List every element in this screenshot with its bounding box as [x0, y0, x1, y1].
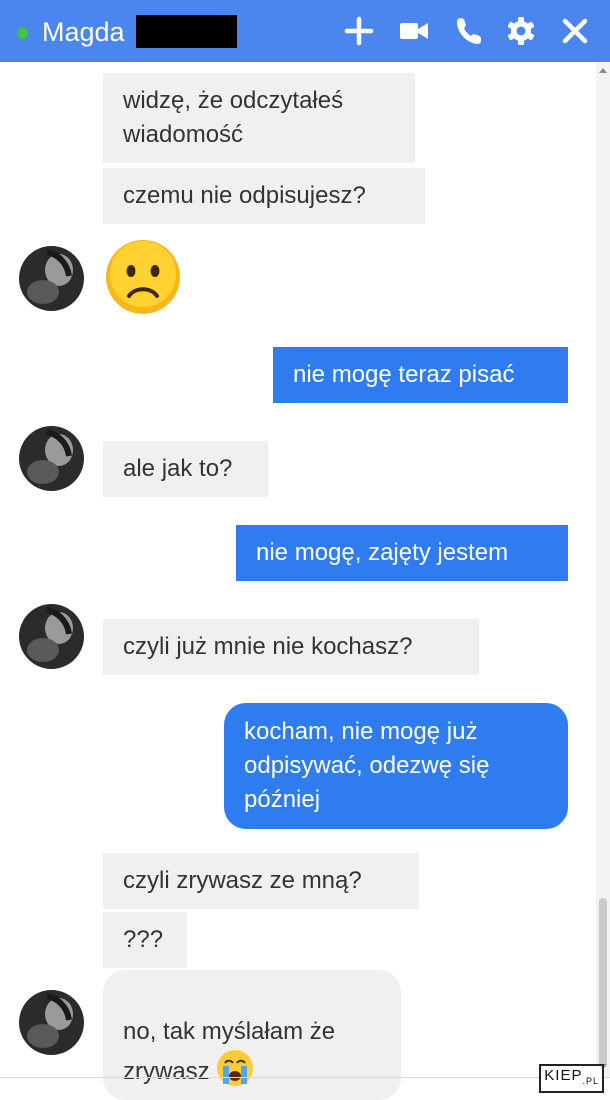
message-incoming: czemu nie odpisujesz? — [103, 168, 425, 224]
sad-face-emoji — [104, 238, 182, 316]
contact-name[interactable]: Magda — [42, 16, 125, 48]
message-incoming: ale jak to? — [103, 441, 268, 497]
contact-avatar[interactable] — [19, 426, 84, 491]
online-status-dot — [17, 28, 28, 39]
contact-avatar[interactable] — [19, 604, 84, 669]
message-incoming: no, tak myślałam że zrywasz — [103, 970, 401, 1100]
watermark-logo: KIEP.PL — [539, 1064, 604, 1093]
message-incoming: widzę, że odczytałeś wiadomość — [103, 73, 415, 163]
watermark-brand: KIEP — [544, 1067, 583, 1084]
message-outgoing: nie mogę, zajęty jestem — [236, 525, 568, 581]
chat-header: Magda — [0, 0, 610, 62]
scroll-thumb[interactable] — [599, 898, 607, 1068]
censor-bar — [136, 15, 237, 48]
watermark-suffix: .PL — [582, 1076, 599, 1086]
contact-avatar[interactable] — [19, 990, 84, 1055]
message-outgoing: kocham, nie mogę już odpisywać, odezwę s… — [224, 703, 568, 829]
message-incoming: ??? — [103, 912, 187, 968]
divider — [0, 1077, 610, 1078]
message-outgoing: nie mogę teraz pisać — [273, 347, 568, 403]
gear-icon[interactable] — [504, 14, 538, 48]
message-list: widzę, że odczytałeś wiadomość czemu nie… — [0, 62, 610, 1100]
scrollbar[interactable] — [596, 62, 610, 1077]
video-call-icon[interactable] — [397, 14, 431, 48]
message-incoming: czyli zrywasz ze mną? — [103, 853, 419, 909]
message-incoming: czyli już mnie nie kochasz? — [103, 619, 479, 675]
scroll-up-arrow[interactable] — [599, 68, 607, 73]
close-icon[interactable] — [558, 14, 592, 48]
phone-icon[interactable] — [452, 14, 486, 48]
plus-icon[interactable] — [342, 14, 376, 48]
contact-avatar[interactable] — [19, 246, 84, 311]
crying-face-emoji — [216, 1049, 254, 1087]
